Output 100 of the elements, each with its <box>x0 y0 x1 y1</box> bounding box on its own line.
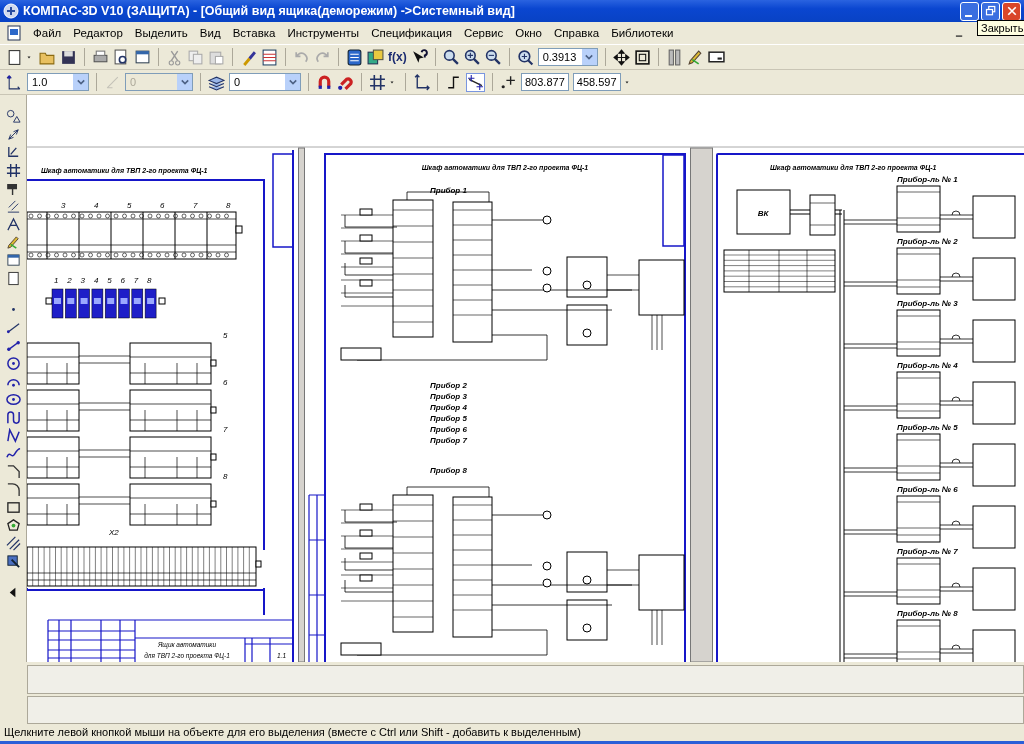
block-label: X2 <box>109 528 119 537</box>
pen-icon[interactable] <box>686 48 704 66</box>
pan-icon[interactable] <box>612 48 630 66</box>
angle-icon[interactable] <box>5 217 21 232</box>
restore-button[interactable] <box>981 1 1000 21</box>
chamfer-icon[interactable] <box>5 464 21 479</box>
scale-icon[interactable] <box>6 73 23 91</box>
menu-item[interactable]: Вид <box>193 27 227 39</box>
curve-icon[interactable] <box>5 410 21 425</box>
app-logo-icon <box>3 3 19 19</box>
view-icon[interactable] <box>5 253 21 268</box>
window-title: КОМПАС-3D V10 (ЗАЩИТА) - [Общий вид ящика(деморежим) ->Системный вид] <box>23 4 515 18</box>
menu-item[interactable]: Справка <box>548 27 606 39</box>
ellipse-icon[interactable] <box>5 392 21 407</box>
help-pointer-icon[interactable] <box>410 48 428 66</box>
device-label: Прибор-ль № 2 <box>897 237 958 246</box>
row-number: 8 <box>223 472 228 481</box>
column-number: 5 <box>127 201 132 210</box>
device-label: Прибор-ль № 8 <box>897 609 958 618</box>
snap-icon[interactable] <box>466 72 485 92</box>
terminal-number: 6 <box>120 276 125 285</box>
row-number: 7 <box>223 425 228 434</box>
terminal-number: 7 <box>133 276 139 285</box>
magnet-icon[interactable] <box>316 73 333 91</box>
device-label: Прибор-ль № 6 <box>897 485 958 494</box>
grid-icon[interactable] <box>369 73 386 91</box>
controller-label: ВК <box>757 209 769 218</box>
polyline-icon[interactable] <box>5 428 21 443</box>
window-icon[interactable] <box>134 48 151 66</box>
hatch-icon[interactable] <box>5 536 21 551</box>
line-icon[interactable] <box>5 338 21 353</box>
column-number: 4 <box>94 201 99 210</box>
device-label: Прибор 3 <box>430 392 467 401</box>
new-document-icon[interactable] <box>6 48 23 66</box>
rectangle-icon[interactable] <box>5 500 21 515</box>
axes-icon[interactable] <box>413 73 430 91</box>
document-icon <box>6 25 22 41</box>
menu-item[interactable]: Инструменты <box>281 27 366 39</box>
fit-icon[interactable] <box>633 48 651 66</box>
edit-icon[interactable] <box>5 235 21 250</box>
device-label: Прибор 6 <box>430 425 467 434</box>
circle-icon[interactable] <box>5 356 21 371</box>
sheet-icon[interactable] <box>5 271 21 286</box>
shapes-icon[interactable] <box>5 109 21 124</box>
dimension-icon[interactable] <box>5 127 21 142</box>
y-coordinate-field[interactable]: 458.597 <box>572 73 621 91</box>
device-label: Прибор-ль № 4 <box>897 361 958 370</box>
zoom-in-icon[interactable] <box>463 48 481 66</box>
row-number: 6 <box>223 378 228 387</box>
zoom-out-icon[interactable] <box>484 48 502 66</box>
status-text: Щелкните левой кнопкой мыши на объекте для его выделения (вместе с Ctrl или Shift - добавить к выделенным) <box>3 726 582 740</box>
menu-item[interactable]: Выделить <box>128 27 194 39</box>
column-number: 8 <box>226 201 231 210</box>
library-icon[interactable] <box>367 48 384 66</box>
save-icon[interactable] <box>60 48 77 66</box>
menu-item[interactable]: Окно <box>509 27 548 39</box>
layer-combo[interactable]: 0 <box>229 73 301 91</box>
converter-drawing <box>789 194 843 236</box>
terminal-number: 1 <box>54 276 59 285</box>
menu-item[interactable]: Редактор <box>67 27 129 39</box>
line-scale-combo[interactable]: 1.0 <box>27 73 89 91</box>
table-icon[interactable] <box>261 48 278 66</box>
controller-block <box>736 189 791 235</box>
row-number: 5 <box>223 331 228 340</box>
menu-item[interactable]: Спецификация <box>365 27 458 39</box>
zoom-combo[interactable]: 0.3913 <box>537 48 598 66</box>
minimize-button[interactable] <box>960 1 979 21</box>
close-button[interactable] <box>1002 1 1021 21</box>
search-icon[interactable] <box>442 48 460 66</box>
device-label: Прибор 5 <box>430 414 467 423</box>
restore-icon <box>984 5 997 17</box>
device-label: Прибор 1 <box>430 186 467 195</box>
coordinates-icon <box>500 73 517 91</box>
menu-item[interactable]: Вставка <box>226 27 282 39</box>
preview-icon[interactable] <box>113 48 130 66</box>
terminal-number: 4 <box>93 276 99 285</box>
fillet-icon[interactable] <box>5 482 21 497</box>
terminal-number: 2 <box>67 276 72 285</box>
segment-icon[interactable] <box>5 320 21 335</box>
layers-icon[interactable] <box>208 73 225 91</box>
formula-button[interactable]: f(x) <box>388 50 407 64</box>
menu-item[interactable]: Файл <box>27 27 68 39</box>
parallel-icon[interactable] <box>5 199 21 214</box>
zoom-window-icon[interactable] <box>516 48 534 66</box>
terminal-number: 5 <box>107 276 112 285</box>
device-label: Прибор 4 <box>430 403 467 412</box>
symbol-icon[interactable] <box>5 145 21 160</box>
grid-icon[interactable] <box>5 163 21 178</box>
device-label: Прибор-ль № 3 <box>897 299 958 308</box>
fill-icon[interactable] <box>5 554 21 569</box>
device-label: Прибор 7 <box>430 436 467 445</box>
ortho-icon[interactable] <box>445 73 462 91</box>
polygon-icon[interactable] <box>5 518 21 533</box>
menu-item[interactable]: Сервис <box>457 27 510 39</box>
device-label: Прибор-ль № 7 <box>897 547 958 556</box>
x-coordinate-field[interactable]: 803.877 <box>521 73 569 91</box>
terminal-number: 8 <box>147 276 152 285</box>
menu-item[interactable]: Библиотеки <box>605 27 680 39</box>
device-label: Прибор 2 <box>430 381 467 390</box>
manager-icon[interactable] <box>346 48 363 66</box>
